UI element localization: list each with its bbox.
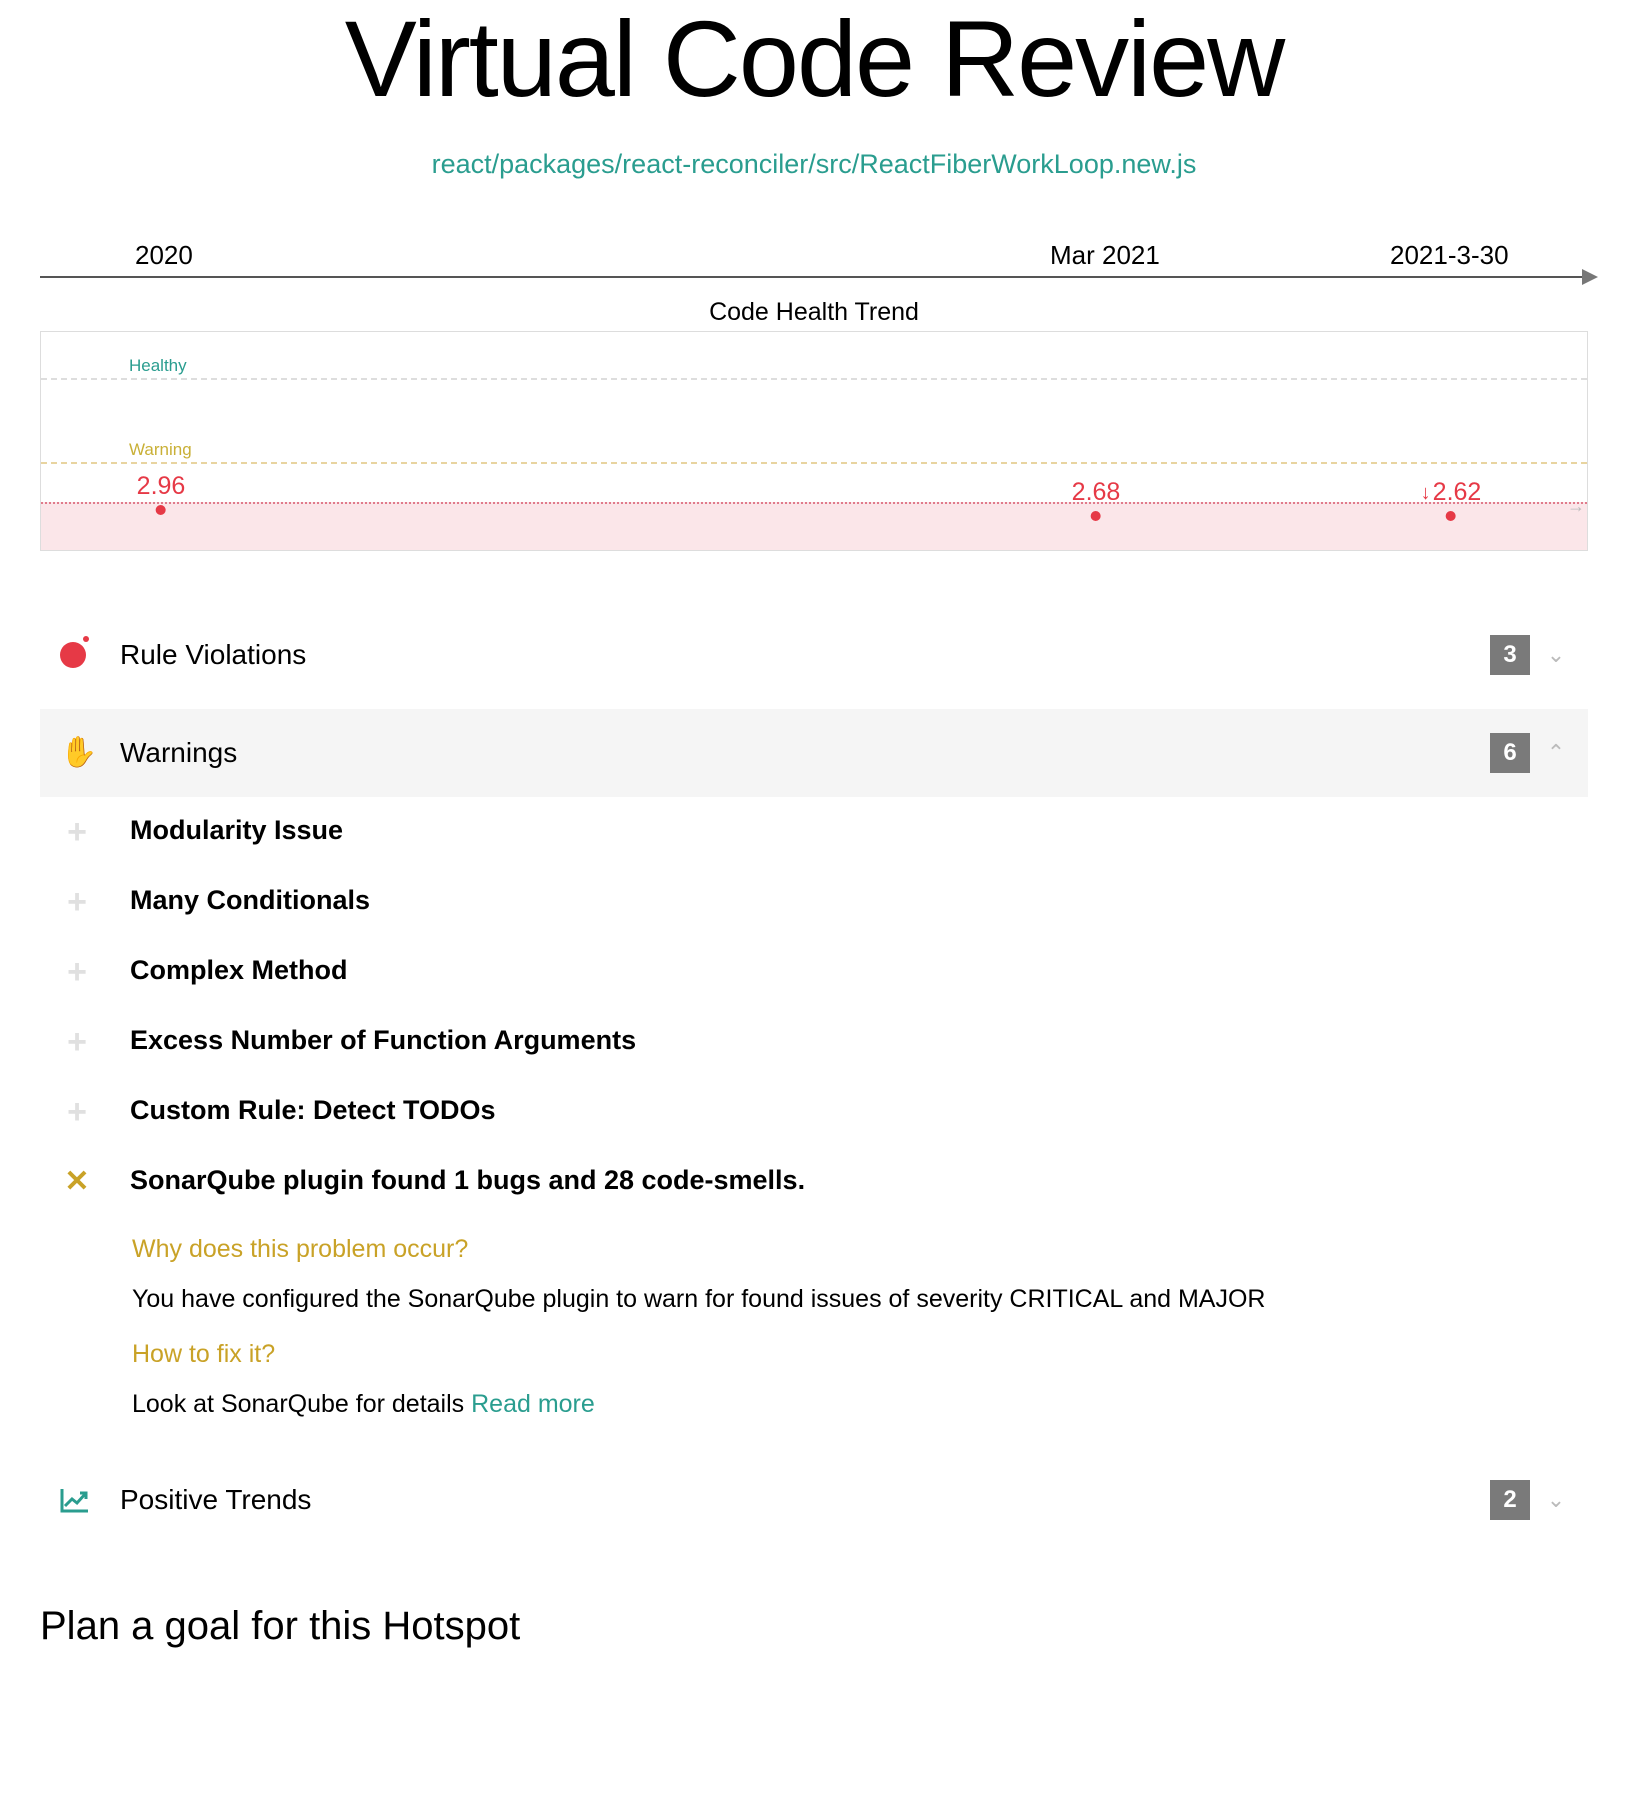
goal-heading: Plan a goal for this Hotspot bbox=[40, 1604, 1588, 1649]
warning-label: Many Conditionals bbox=[130, 885, 370, 916]
chevron-down-icon: ⌄ bbox=[1544, 1487, 1568, 1513]
section-title: Warnings bbox=[120, 737, 1490, 769]
hand-icon: ✋ bbox=[60, 738, 97, 768]
chart-point-0[interactable]: 2.96 bbox=[137, 472, 186, 515]
plus-icon: + bbox=[60, 1025, 94, 1059]
read-more-link[interactable]: Read more bbox=[471, 1390, 595, 1418]
section-title: Positive Trends bbox=[120, 1484, 1490, 1516]
detail-why-question: Why does this problem occur? bbox=[132, 1228, 1588, 1271]
chart-warning-label: Warning bbox=[129, 440, 192, 460]
chart-dot-icon bbox=[156, 505, 166, 515]
timeline: 2020 Mar 2021 2021-3-30 bbox=[40, 240, 1588, 290]
plus-icon: + bbox=[60, 955, 94, 989]
count-badge: 6 bbox=[1490, 733, 1530, 773]
detail-fix-answer: Look at SonarQube for details Read more bbox=[132, 1383, 1588, 1426]
code-health-chart: Healthy Warning → 2.96 2.68 ↓2.62 bbox=[40, 331, 1588, 551]
plus-icon: + bbox=[60, 1095, 94, 1129]
chart-dot-icon bbox=[1446, 511, 1456, 521]
warning-detail: Why does this problem occur? You have co… bbox=[40, 1228, 1588, 1426]
section-title: Rule Violations bbox=[120, 639, 1490, 671]
bomb-icon bbox=[60, 642, 86, 668]
plus-icon: + bbox=[60, 885, 94, 919]
section-positive-trends[interactable]: Positive Trends 2 ⌄ bbox=[40, 1456, 1588, 1544]
timeline-labels: 2020 Mar 2021 2021-3-30 bbox=[40, 240, 1588, 272]
warning-label: Custom Rule: Detect TODOs bbox=[130, 1095, 496, 1126]
warning-label: Excess Number of Function Arguments bbox=[130, 1025, 636, 1056]
warning-item[interactable]: + Modularity Issue bbox=[40, 797, 1588, 867]
chart-arrow-icon: → bbox=[1567, 496, 1585, 517]
chart-point-2[interactable]: ↓2.62 bbox=[1421, 478, 1482, 521]
chart-point-value: 2.68 bbox=[1072, 478, 1121, 507]
count-badge: 2 bbox=[1490, 1480, 1530, 1520]
chart-dot-icon bbox=[1091, 511, 1101, 521]
warning-label: SonarQube plugin found 1 bugs and 28 cod… bbox=[130, 1165, 805, 1196]
warning-label: Complex Method bbox=[130, 955, 348, 986]
chart-point-1[interactable]: 2.68 bbox=[1072, 478, 1121, 521]
detail-fix-question: How to fix it? bbox=[132, 1333, 1588, 1376]
warning-item[interactable]: ✕ SonarQube plugin found 1 bugs and 28 c… bbox=[40, 1147, 1588, 1216]
warning-label: Modularity Issue bbox=[130, 815, 343, 846]
warning-item[interactable]: + Complex Method bbox=[40, 937, 1588, 1007]
count-badge: 3 bbox=[1490, 635, 1530, 675]
chart-healthy-label: Healthy bbox=[129, 356, 187, 376]
x-icon: ✕ bbox=[60, 1165, 94, 1198]
warning-item[interactable]: + Many Conditionals bbox=[40, 867, 1588, 937]
chart-danger-line bbox=[41, 502, 1587, 504]
warning-item[interactable]: + Excess Number of Function Arguments bbox=[40, 1007, 1588, 1077]
chevron-up-icon: ⌃ bbox=[1544, 740, 1568, 766]
plus-icon: + bbox=[60, 815, 94, 849]
timeline-axis bbox=[40, 276, 1588, 290]
chart-danger-band bbox=[41, 502, 1587, 550]
timeline-tick-1: Mar 2021 bbox=[1050, 240, 1160, 271]
chart-point-value: ↓2.62 bbox=[1421, 478, 1482, 507]
chart-healthy-line bbox=[41, 378, 1587, 380]
file-path-link[interactable]: react/packages/react-reconciler/src/Reac… bbox=[40, 149, 1588, 180]
detail-why-answer: You have configured the SonarQube plugin… bbox=[132, 1278, 1588, 1321]
section-rule-violations[interactable]: Rule Violations 3 ⌄ bbox=[40, 611, 1588, 699]
chart-warning-line bbox=[41, 462, 1587, 464]
chevron-down-icon: ⌄ bbox=[1544, 642, 1568, 668]
section-warnings[interactable]: ✋ Warnings 6 ⌃ bbox=[40, 709, 1588, 797]
trend-down-icon: ↓ bbox=[1421, 482, 1431, 505]
trend-up-icon bbox=[60, 1487, 90, 1513]
timeline-tick-0: 2020 bbox=[135, 240, 193, 271]
page-title: Virtual Code Review bbox=[40, 0, 1588, 119]
warning-item[interactable]: + Custom Rule: Detect TODOs bbox=[40, 1077, 1588, 1147]
chart-point-value: 2.96 bbox=[137, 472, 186, 501]
timeline-tick-2: 2021-3-30 bbox=[1390, 240, 1509, 271]
timeline-caption: Code Health Trend bbox=[40, 298, 1588, 327]
